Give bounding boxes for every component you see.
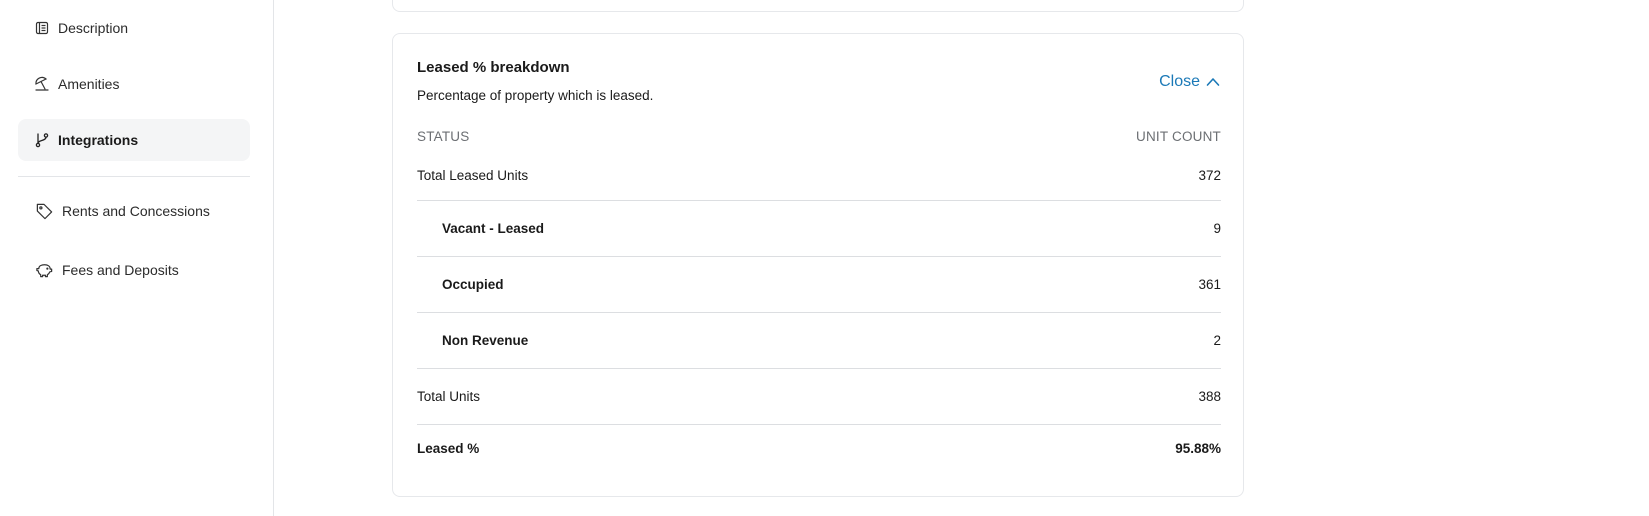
row-label: Total Leased Units bbox=[417, 168, 529, 183]
git-branch-icon bbox=[34, 132, 50, 148]
sidebar-item-label: Description bbox=[58, 20, 129, 36]
row-value: 388 bbox=[1198, 389, 1221, 404]
sidebar-item-description[interactable]: Description bbox=[18, 7, 250, 49]
sidebar-item-integrations[interactable]: Integrations bbox=[18, 119, 250, 161]
table-row: Non Revenue 2 bbox=[417, 313, 1221, 369]
row-label: Non Revenue bbox=[442, 333, 529, 348]
sidebar-divider bbox=[18, 176, 250, 177]
sidebar-item-label: Rents and Concessions bbox=[62, 203, 210, 219]
close-button-label: Close bbox=[1159, 73, 1200, 90]
card-title: Leased % breakdown bbox=[417, 59, 570, 76]
chevron-up-icon bbox=[1206, 75, 1220, 89]
sidebar-item-amenities[interactable]: Amenities bbox=[18, 63, 250, 105]
sidebar-item-label: Amenities bbox=[58, 76, 120, 92]
row-value: 372 bbox=[1198, 168, 1221, 183]
table-header: STATUS UNIT COUNT bbox=[417, 121, 1221, 151]
row-value: 2 bbox=[1213, 333, 1221, 348]
leased-breakdown-table: STATUS UNIT COUNT Total Leased Units 372… bbox=[417, 121, 1221, 471]
row-label: Occupied bbox=[442, 277, 504, 292]
sidebar: Description Amenities Integrations Rents… bbox=[0, 0, 274, 516]
leased-breakdown-card: Leased % breakdown Percentage of propert… bbox=[392, 33, 1244, 497]
row-label: Total Units bbox=[417, 389, 481, 404]
sidebar-item-fees-and-deposits[interactable]: Fees and Deposits bbox=[18, 249, 250, 291]
previous-card bbox=[392, 0, 1244, 12]
card-subtitle: Percentage of property which is leased. bbox=[417, 88, 654, 103]
piggy-bank-icon bbox=[34, 260, 54, 280]
row-value: 95.88% bbox=[1175, 440, 1221, 456]
table-row: Total Leased Units 372 bbox=[417, 151, 1221, 201]
row-value: 9 bbox=[1213, 221, 1221, 236]
row-label: Leased % bbox=[417, 440, 480, 456]
table-row: Total Units 388 bbox=[417, 369, 1221, 425]
beach-umbrella-icon bbox=[34, 76, 50, 92]
column-header-status: STATUS bbox=[417, 128, 470, 144]
tag-icon bbox=[34, 201, 54, 221]
table-row: Vacant - Leased 9 bbox=[417, 201, 1221, 257]
sidebar-item-rents-and-concessions[interactable]: Rents and Concessions bbox=[18, 190, 250, 232]
row-label: Vacant - Leased bbox=[442, 221, 545, 236]
row-value: 361 bbox=[1198, 277, 1221, 292]
sidebar-item-label: Fees and Deposits bbox=[62, 262, 179, 278]
sidebar-item-label: Integrations bbox=[58, 132, 139, 148]
table-row-total: Leased % 95.88% bbox=[417, 425, 1221, 471]
column-header-unit-count: UNIT COUNT bbox=[1136, 128, 1221, 144]
document-icon bbox=[34, 20, 50, 36]
close-button[interactable]: Close bbox=[1159, 73, 1220, 91]
table-row: Occupied 361 bbox=[417, 257, 1221, 313]
